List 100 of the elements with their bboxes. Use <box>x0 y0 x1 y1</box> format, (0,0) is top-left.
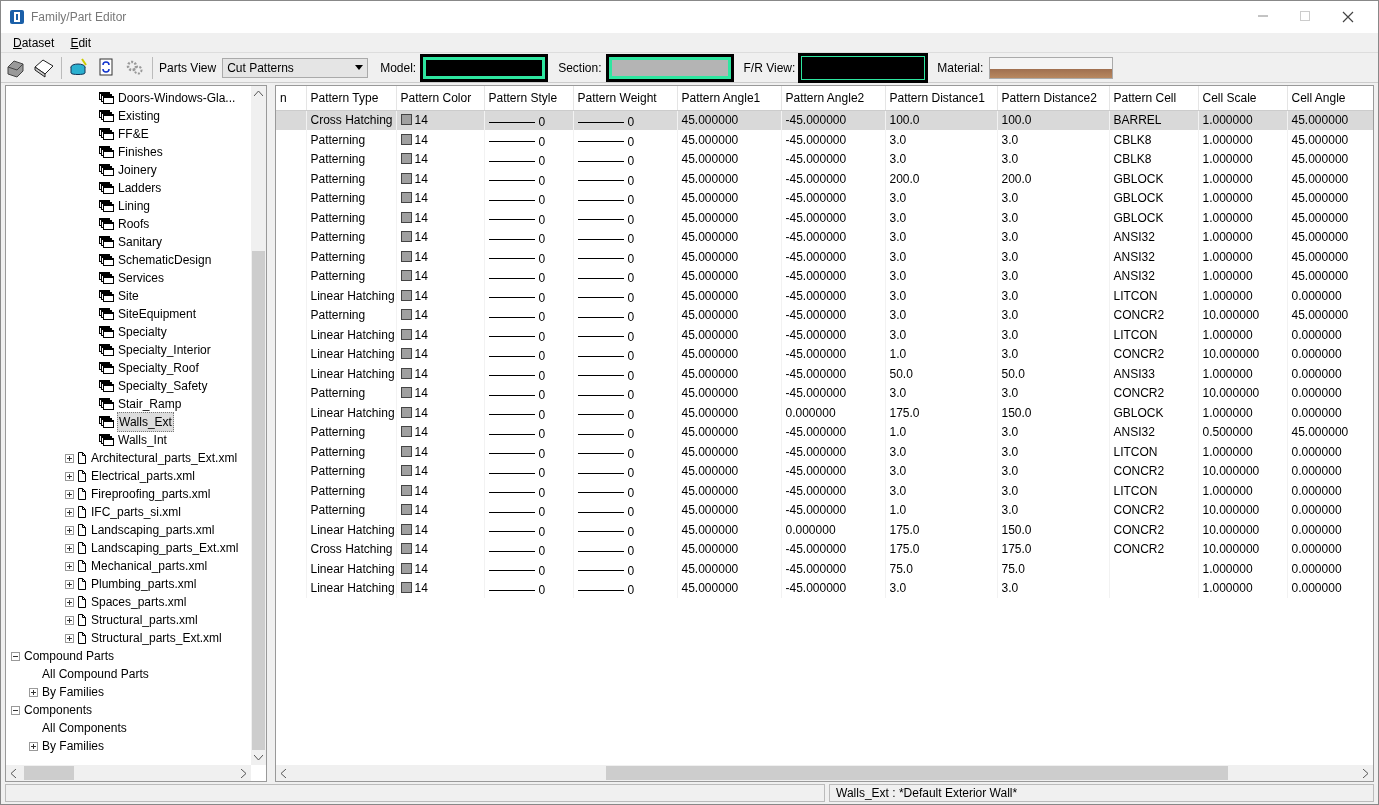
line-weight-cell: 0 <box>577 231 635 247</box>
tree-item[interactable]: By Families <box>41 683 105 701</box>
tree-item[interactable]: By Families <box>41 737 105 755</box>
table-cell: 45.000000 <box>681 308 739 323</box>
tree-item[interactable]: Electrical_parts.xml <box>90 467 197 485</box>
color-swatch[interactable] <box>607 55 732 80</box>
expand-icon[interactable] <box>65 543 74 553</box>
column-header[interactable]: Pattern Style <box>484 86 573 110</box>
table-cell: 45.000000 <box>681 405 739 420</box>
expand-icon[interactable] <box>65 453 74 463</box>
scroll-up-icon[interactable] <box>254 91 263 96</box>
expand-icon[interactable] <box>65 615 74 625</box>
tree-item[interactable]: Ladders <box>117 179 163 197</box>
tree-item[interactable]: Services <box>117 269 165 287</box>
family-icon <box>99 344 114 356</box>
color-cell: 14 <box>400 152 428 167</box>
column-header[interactable]: Pattern Type <box>306 86 396 110</box>
color-swatch[interactable] <box>801 55 926 80</box>
tree-item[interactable]: All Compound Parts <box>41 665 150 683</box>
tree-item[interactable]: Plumbing_parts.xml <box>90 575 198 593</box>
tree-item[interactable]: Specialty_Interior <box>117 341 212 359</box>
tree-item[interactable]: SchematicDesign <box>117 251 213 269</box>
column-header[interactable]: Pattern Cell <box>1109 86 1198 110</box>
table-cell: LITCON <box>1113 288 1158 303</box>
table-cell: 45.000000 <box>681 464 739 479</box>
menu-item[interactable]: Edit <box>62 33 100 52</box>
expand-icon[interactable] <box>65 507 74 517</box>
scrollbar[interactable] <box>251 86 266 765</box>
tree-item[interactable]: Spaces_parts.xml <box>90 593 188 611</box>
collapse-icon[interactable] <box>11 651 20 661</box>
column-header[interactable]: Cell Angle <box>1287 86 1373 110</box>
tree-item[interactable]: IFC_parts_si.xml <box>90 503 183 521</box>
menu-item[interactable]: Dataset <box>5 33 63 52</box>
column-header[interactable]: Pattern Angle1 <box>677 86 781 110</box>
scrollbar[interactable] <box>276 765 1373 781</box>
tree-item[interactable]: Sanitary <box>117 233 164 251</box>
expand-icon[interactable] <box>65 561 74 571</box>
tree-item[interactable]: Existing <box>117 107 162 125</box>
color-swatch-icon <box>400 484 412 496</box>
family-icon <box>99 92 114 104</box>
tree-item[interactable]: Specialty <box>117 323 168 341</box>
expand-icon[interactable] <box>29 687 38 697</box>
tree-item[interactable]: Walls_Ext <box>117 412 174 432</box>
line-style-cell: 0 <box>488 270 546 286</box>
expand-icon[interactable] <box>65 489 74 499</box>
tree-item[interactable]: Specialty_Safety <box>117 377 209 395</box>
tree-item[interactable]: Architectural_parts_Ext.xml <box>90 449 239 467</box>
tree-item[interactable]: Stair_Ramp <box>117 395 183 413</box>
tree-item[interactable]: Mechanical_parts.xml <box>90 557 209 575</box>
expand-icon[interactable] <box>29 741 38 751</box>
scroll-right-icon[interactable] <box>241 768 246 778</box>
tree-item[interactable]: Lining <box>117 197 152 215</box>
tree-item[interactable]: Structural_parts.xml <box>90 611 199 629</box>
scroll-left-icon[interactable] <box>281 768 286 778</box>
color-swatch[interactable] <box>422 55 547 80</box>
scroll-down-icon[interactable] <box>254 755 263 760</box>
column-header[interactable]: n <box>276 86 306 110</box>
tree-item[interactable]: Fireproofing_parts.xml <box>90 485 212 503</box>
expand-icon[interactable] <box>65 471 74 481</box>
color-swatch-icon <box>400 523 412 535</box>
tree-item[interactable]: Landscaping_parts_Ext.xml <box>90 539 240 557</box>
collapse-icon[interactable] <box>11 705 20 715</box>
table-cell: CBLK8 <box>1113 132 1152 147</box>
scroll-thumb[interactable] <box>252 251 265 750</box>
table-cell: -45.000000 <box>785 464 847 479</box>
scroll-right-icon[interactable] <box>1363 768 1368 778</box>
tree-item[interactable]: SiteEquipment <box>117 305 198 323</box>
tree-item[interactable]: Specialty_Roof <box>117 359 200 377</box>
tree-item[interactable]: Compound Parts <box>23 647 116 665</box>
tree-item[interactable]: Roofs <box>117 215 151 233</box>
tree-item[interactable]: Doors-Windows-Gla... <box>117 89 237 107</box>
tree-item[interactable]: FF&E <box>117 125 150 143</box>
close-icon[interactable] <box>1342 11 1354 23</box>
tree-item[interactable]: Walls_Int <box>117 431 168 449</box>
expand-icon[interactable] <box>65 633 74 643</box>
column-header[interactable]: Pattern Angle2 <box>781 86 885 110</box>
expand-icon[interactable] <box>65 525 74 535</box>
column-header[interactable]: Pattern Distance2 <box>997 86 1109 110</box>
material-preview[interactable] <box>989 56 1114 79</box>
line-weight-cell: 0 <box>577 484 635 501</box>
expand-icon[interactable] <box>65 597 74 607</box>
scroll-thumb[interactable] <box>606 766 1228 780</box>
tree-item[interactable]: Landscaping_parts.xml <box>90 521 216 539</box>
scrollbar[interactable] <box>6 765 251 781</box>
tree-item[interactable]: Finishes <box>117 143 164 161</box>
scroll-thumb[interactable] <box>24 766 74 780</box>
table-cell: 10.000000 <box>1202 464 1260 479</box>
tree-item[interactable]: Site <box>117 287 140 305</box>
expand-icon[interactable] <box>65 579 74 589</box>
column-header[interactable]: Cell Scale <box>1198 86 1287 110</box>
tree-item[interactable]: Joinery <box>117 161 158 179</box>
tree-item[interactable]: All Components <box>41 719 128 737</box>
line-style-cell: 0 <box>488 504 546 520</box>
tree-item[interactable]: Components <box>23 701 94 719</box>
scroll-left-icon[interactable] <box>11 768 16 778</box>
column-header[interactable]: Pattern Distance1 <box>885 86 997 110</box>
column-header[interactable]: Pattern Color <box>396 86 484 110</box>
tree-item[interactable]: Structural_parts_Ext.xml <box>90 629 223 647</box>
parts-view-dropdown[interactable]: Cut Patterns <box>222 57 369 78</box>
column-header[interactable]: Pattern Weight <box>573 86 677 110</box>
